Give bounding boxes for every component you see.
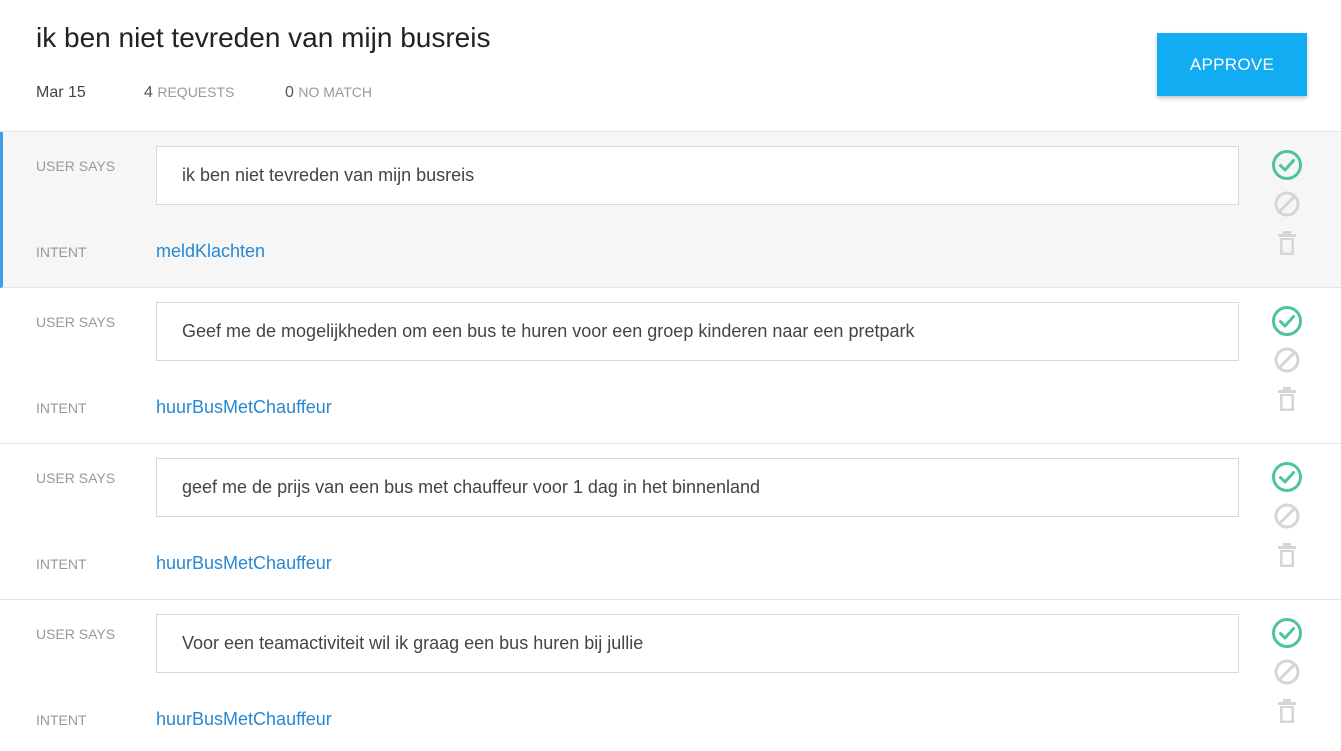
request-row[interactable]: USER SAYS Geef me de mogelijkheden om ee…	[0, 288, 1341, 444]
trash-icon[interactable]	[1270, 226, 1304, 260]
nomatch-label: NO MATCH	[298, 84, 372, 100]
user-says-label: USER SAYS	[36, 314, 116, 330]
review-header: ik ben niet tevreden van mijn busreis Ma…	[0, 0, 1341, 132]
request-row[interactable]: USER SAYS Voor een teamactiviteit wil ik…	[0, 600, 1341, 751]
page-title: ik ben niet tevreden van mijn busreis	[36, 22, 491, 53]
row-actions	[1270, 148, 1304, 265]
trash-icon[interactable]	[1270, 538, 1304, 572]
intent-label: INTENT	[36, 712, 87, 728]
user-says-label: USER SAYS	[36, 626, 116, 642]
block-icon[interactable]	[1270, 187, 1304, 221]
block-icon[interactable]	[1270, 343, 1304, 377]
intent-link[interactable]: huurBusMetChauffeur	[156, 709, 332, 730]
utterance-field[interactable]: geef me de prijs van een bus met chauffe…	[156, 458, 1239, 517]
nomatch-stat: 0 NO MATCH	[285, 84, 372, 102]
check-circle-icon[interactable]	[1270, 460, 1304, 494]
request-row[interactable]: USER SAYS geef me de prijs van een bus m…	[0, 444, 1341, 600]
intent-label: INTENT	[36, 400, 87, 416]
approve-button[interactable]: APPROVE	[1157, 33, 1307, 96]
requests-count: 4	[144, 84, 153, 101]
user-says-label: USER SAYS	[36, 158, 116, 174]
check-circle-icon[interactable]	[1270, 148, 1304, 182]
check-circle-icon[interactable]	[1270, 304, 1304, 338]
intent-link[interactable]: huurBusMetChauffeur	[156, 397, 332, 418]
requests-label: REQUESTS	[157, 84, 235, 100]
nomatch-count: 0	[285, 84, 294, 101]
intent-link[interactable]: huurBusMetChauffeur	[156, 553, 332, 574]
requests-stat: 4 REQUESTS	[144, 84, 234, 102]
request-list: USER SAYS ik ben niet tevreden van mijn …	[0, 132, 1341, 751]
block-icon[interactable]	[1270, 499, 1304, 533]
row-actions	[1270, 460, 1304, 577]
utterance-field[interactable]: Geef me de mogelijkheden om een bus te h…	[156, 302, 1239, 361]
trash-icon[interactable]	[1270, 382, 1304, 416]
utterance-field[interactable]: ik ben niet tevreden van mijn busreis	[156, 146, 1239, 205]
row-actions	[1270, 304, 1304, 421]
user-says-label: USER SAYS	[36, 470, 116, 486]
intent-label: INTENT	[36, 244, 87, 260]
date-label: Mar 15	[36, 84, 86, 101]
block-icon[interactable]	[1270, 655, 1304, 689]
intent-label: INTENT	[36, 556, 87, 572]
row-actions	[1270, 616, 1304, 733]
request-row[interactable]: USER SAYS ik ben niet tevreden van mijn …	[0, 132, 1341, 288]
utterance-field[interactable]: Voor een teamactiviteit wil ik graag een…	[156, 614, 1239, 673]
intent-link[interactable]: meldKlachten	[156, 241, 265, 262]
check-circle-icon[interactable]	[1270, 616, 1304, 650]
trash-icon[interactable]	[1270, 694, 1304, 728]
